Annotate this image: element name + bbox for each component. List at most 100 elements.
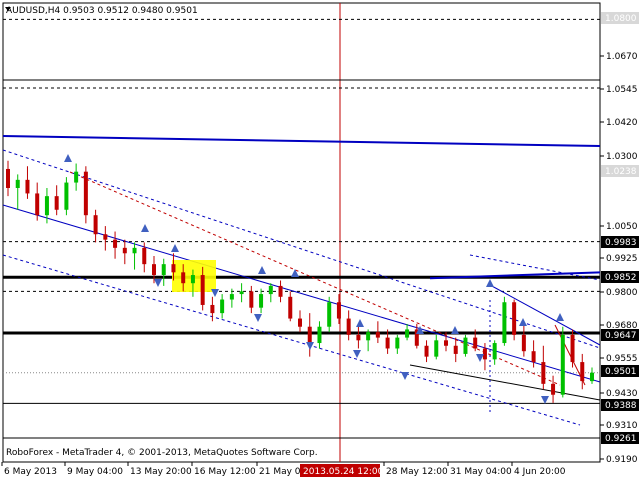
channel-upper-dashed — [2, 149, 601, 349]
candle — [492, 340, 497, 365]
candle — [298, 310, 302, 333]
candle — [259, 288, 264, 314]
fractal-marker-icon — [64, 154, 72, 162]
fractal-marker-icon — [519, 318, 527, 326]
candle — [405, 324, 410, 341]
candle — [278, 280, 283, 303]
price-tick-label: 0.9925 — [606, 254, 638, 264]
price-tag-label: 1.0800 — [605, 14, 637, 24]
candle — [463, 334, 468, 357]
price-tick-label: 1.0545 — [606, 85, 638, 95]
candle — [346, 310, 351, 341]
candle — [113, 231, 118, 259]
time-axis: 6 May 2013 9 May 04:00 13 May 20:00 16 May … — [1, 462, 566, 477]
candle — [6, 160, 10, 197]
copyright-text: RoboForex - MetaTrader 4, © 2001-2013, M… — [6, 448, 318, 458]
cursor-time-badge: 2013.05.24 12:00 — [300, 464, 384, 477]
candle — [502, 296, 507, 346]
time-tick-label: 6 May 2013 — [4, 467, 57, 477]
analysis-lines — [2, 3, 601, 462]
candle — [434, 334, 439, 360]
candle — [521, 324, 526, 357]
candle — [132, 242, 137, 270]
price-tick-label: 0.9190 — [606, 455, 638, 465]
candle — [249, 285, 254, 314]
candle — [35, 182, 40, 221]
price-tag-label: 1.0238 — [605, 167, 637, 177]
fractal-marker-icon — [356, 319, 364, 327]
candle — [83, 166, 88, 224]
candle — [560, 326, 565, 398]
blue-trend-line — [2, 135, 601, 147]
price-tick-label: 1.0670 — [606, 52, 638, 62]
candle — [54, 185, 59, 216]
fractal-marker-icon — [353, 350, 361, 358]
price-tag: 0.9261 — [601, 432, 639, 444]
candle — [424, 340, 429, 363]
candle — [570, 329, 575, 368]
fractal-marker-icon — [211, 289, 219, 297]
price-tag: 1.0238 — [601, 165, 639, 177]
candle — [551, 375, 556, 403]
price-tag-label: 0.9983 — [605, 238, 637, 248]
price-tag: 0.9647 — [601, 329, 639, 341]
time-tick-label: 31 May 04:00 — [450, 467, 512, 477]
time-tick-label: 9 May 04:00 — [67, 467, 123, 477]
fractal-marker-icon — [476, 354, 484, 362]
black-support-line — [409, 364, 601, 401]
fractal-markers — [64, 154, 564, 404]
price-tag-label: 0.9261 — [605, 434, 637, 444]
price-tag: 0.9852 — [601, 271, 639, 283]
candle — [541, 345, 546, 390]
blue-fan-line — [489, 284, 601, 346]
fractal-marker-icon — [291, 269, 299, 277]
price-tick-label: 1.0300 — [606, 152, 638, 162]
candle — [64, 177, 69, 216]
candle — [307, 313, 312, 357]
time-tick-label: 16 May 12:00 — [194, 467, 256, 477]
plot-frame — [2, 2, 601, 463]
time-tick-label: 4 Jun 20:00 — [514, 467, 566, 477]
candle — [220, 294, 225, 319]
cursor-time-label: 2013.05.24 12:00 — [303, 467, 384, 477]
price-tag: 0.9501 — [601, 365, 639, 377]
price-tag: 0.9388 — [601, 399, 639, 411]
price-tag-label: 0.9647 — [605, 331, 637, 341]
candle — [531, 340, 536, 368]
candle — [122, 239, 127, 265]
candle — [239, 283, 244, 303]
fractal-marker-icon — [486, 279, 494, 287]
fractal-marker-icon — [171, 244, 179, 252]
price-axis-ticks — [600, 55, 604, 460]
fractal-marker-icon — [141, 224, 149, 232]
candle — [210, 296, 215, 322]
candle — [268, 283, 273, 303]
symbol-info: AUDUSD,H4 0.9503 0.9512 0.9480 0.9501 — [6, 6, 198, 16]
price-chart[interactable]: AUDUSD,H4 0.9503 0.9512 0.9480 0.9501 Ro… — [0, 0, 640, 480]
metatrader-chart-window[interactable]: AUDUSD,H4 0.9503 0.9512 0.9480 0.9501 Ro… — [0, 0, 640, 480]
price-tick-label: 0.9430 — [606, 389, 638, 399]
fractal-marker-icon — [154, 279, 162, 287]
candle — [15, 174, 20, 210]
candle — [93, 209, 98, 243]
channel-lower-dashed — [2, 254, 581, 426]
time-tick-label: 13 May 20:00 — [130, 467, 192, 477]
channel-main-line — [2, 204, 601, 383]
candle — [103, 226, 108, 251]
candle — [161, 258, 166, 286]
candle — [453, 337, 458, 363]
candle — [25, 166, 30, 199]
price-tag: 0.9983 — [601, 236, 639, 248]
fractal-marker-icon — [258, 266, 266, 274]
fractal-marker-icon — [306, 342, 314, 350]
price-tick-label: 1.0050 — [606, 222, 638, 232]
price-tag-label: 0.9501 — [605, 367, 637, 377]
price-tick-label: 0.9800 — [606, 288, 638, 298]
fractal-marker-icon — [451, 326, 459, 334]
candle — [395, 334, 400, 354]
fractal-marker-icon — [556, 313, 564, 321]
candle — [74, 163, 79, 191]
candle — [356, 326, 361, 349]
price-tick-label: 1.0420 — [606, 118, 638, 128]
fractal-marker-icon — [401, 372, 409, 380]
